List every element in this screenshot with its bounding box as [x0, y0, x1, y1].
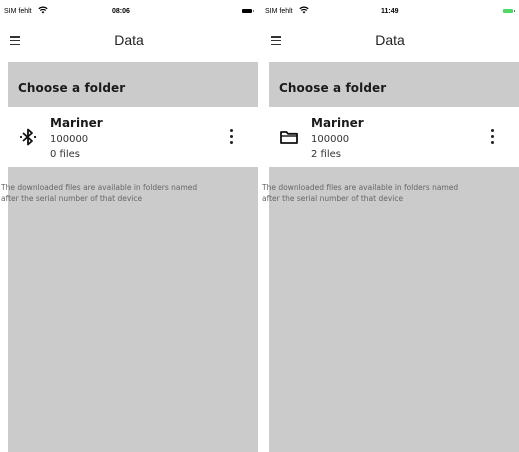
- device-serial: 100000: [50, 134, 89, 145]
- status-bar: SIM fehlt 08:06: [0, 0, 258, 20]
- clock-time: 08:06: [112, 8, 130, 15]
- device-name: Mariner: [50, 116, 103, 130]
- section-title: Choose a folder: [18, 81, 126, 95]
- battery-nub: [253, 10, 254, 12]
- info-text-line1: The downloaded files are available in fo…: [1, 183, 198, 192]
- folder-icon: [280, 131, 298, 144]
- content-area: Choose a folder Mariner 100000 2 files T…: [262, 62, 519, 452]
- more-options-icon[interactable]: [491, 129, 497, 147]
- info-text-line1: The downloaded files are available in fo…: [262, 183, 459, 192]
- battery-nub: [514, 10, 515, 12]
- battery-icon: [503, 9, 513, 13]
- page-title: Data: [114, 32, 144, 48]
- device-file-count: 0 files: [50, 149, 80, 160]
- info-text: The downloaded files are available in fo…: [262, 182, 519, 204]
- phone-screen-right: SIM fehlt 11:49 Data Choose a folder Mar…: [261, 0, 519, 452]
- device-folder-card[interactable]: Mariner 100000 2 files: [269, 107, 519, 167]
- bluetooth-icon: [19, 128, 37, 146]
- device-folder-card[interactable]: Mariner 100000 0 files: [8, 107, 258, 167]
- battery-icon: [242, 9, 252, 13]
- wifi-icon: [299, 6, 309, 14]
- carrier-label: SIM fehlt: [4, 8, 32, 15]
- clock-time: 11:49: [381, 8, 399, 15]
- info-text-line2: after the serial number of that device: [262, 194, 404, 203]
- app-bar: Data: [0, 28, 258, 56]
- phone-screen-left: SIM fehlt 08:06 Data Choose a folder Mar…: [0, 0, 258, 452]
- device-name: Mariner: [311, 116, 364, 130]
- app-bar: Data: [261, 28, 519, 56]
- section-title: Choose a folder: [279, 81, 387, 95]
- content-area: Choose a folder Mariner 100000 0 files T…: [1, 62, 258, 452]
- device-file-count: 2 files: [311, 149, 341, 160]
- more-options-icon[interactable]: [230, 129, 236, 147]
- info-text-line2: after the serial number of that device: [1, 194, 143, 203]
- wifi-icon: [38, 6, 48, 14]
- device-serial: 100000: [311, 134, 350, 145]
- page-title: Data: [375, 32, 405, 48]
- carrier-label: SIM fehlt: [265, 8, 293, 15]
- status-bar: SIM fehlt 11:49: [261, 0, 519, 20]
- info-text: The downloaded files are available in fo…: [1, 182, 258, 204]
